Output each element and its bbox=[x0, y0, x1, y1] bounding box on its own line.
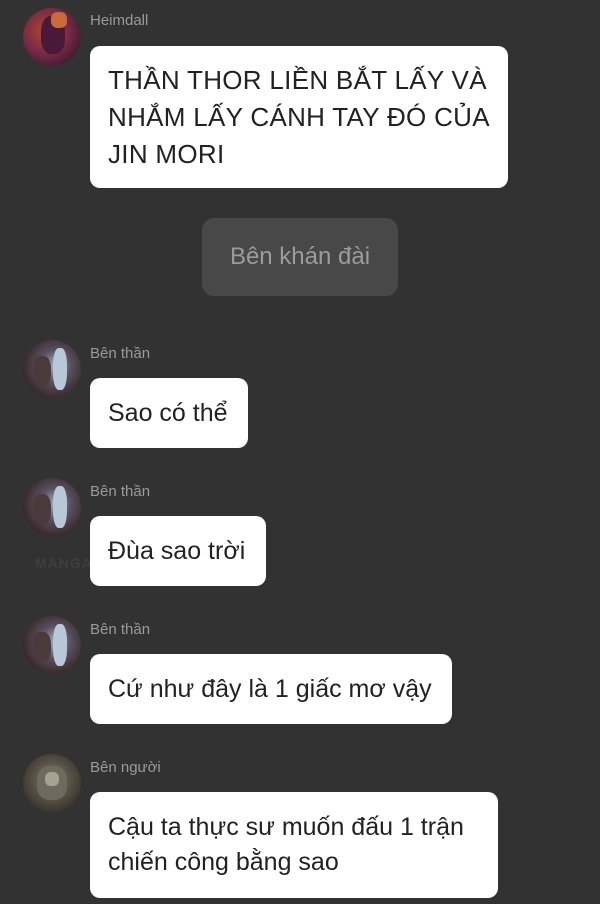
message-bubble[interactable]: Cứ như đây là 1 giấc mơ vậy bbox=[90, 654, 452, 724]
message-text: Cứ như đây là 1 giấc mơ vậy bbox=[108, 675, 432, 703]
sender-name: Bên thần bbox=[90, 345, 151, 362]
system-message-text: Bên khán đài bbox=[229, 243, 371, 270]
message-bubble[interactable]: Đùa sao trời bbox=[90, 516, 266, 586]
avatar-ben-than[interactable] bbox=[23, 340, 81, 398]
message-text: Sao có thể bbox=[108, 399, 228, 427]
message-bubble[interactable]: Sao có thể bbox=[90, 378, 248, 448]
sender-name: Heimdall bbox=[90, 12, 149, 29]
avatar-ben-than[interactable] bbox=[23, 616, 81, 674]
message-text: Cậu ta thực sư muốn đấu 1 trận chiến côn… bbox=[108, 813, 464, 876]
sender-name: Bên người bbox=[90, 759, 161, 776]
message-bubble[interactable]: THẦN THOR LIỀN BẮT LẤY VÀ NHẮM LẤY CÁNH … bbox=[90, 46, 508, 188]
avatar-ben-nguoi[interactable] bbox=[23, 754, 81, 812]
message-text: Đùa sao trời bbox=[108, 537, 246, 565]
avatar-heimdall[interactable] bbox=[23, 8, 81, 66]
system-message: Bên khán đài bbox=[202, 218, 398, 296]
message-text: THẦN THOR LIỀN BẮT LẤY VÀ NHẮM LẤY CÁNH … bbox=[108, 65, 489, 169]
sender-name: Bên thần bbox=[90, 483, 151, 500]
avatar-ben-than[interactable] bbox=[23, 478, 81, 536]
message-bubble[interactable]: Cậu ta thực sư muốn đấu 1 trận chiến côn… bbox=[90, 792, 498, 898]
sender-name: Bên thần bbox=[90, 621, 151, 638]
